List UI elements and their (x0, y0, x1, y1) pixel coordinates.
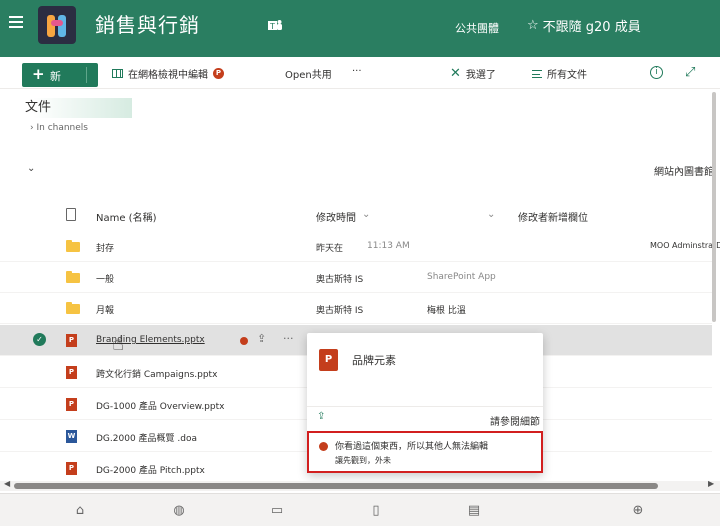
grid-edit-button[interactable]: 在網格檢視中編輯 P (112, 66, 224, 81)
site-title[interactable]: 銷售與行銷 (95, 12, 200, 38)
file-name[interactable]: DG-1000 產品 Overview.pptx (96, 399, 224, 412)
checkmark-icon[interactable]: ✓ (33, 333, 46, 346)
file-name[interactable]: DG.2000 產品概覽 .doa (96, 431, 197, 444)
view-list-icon (532, 69, 542, 78)
all-docs-label: 所有文件 (547, 70, 587, 81)
modified-by: MOO AdminstratDc (650, 241, 720, 250)
news-icon[interactable]: ▭ (269, 503, 285, 519)
modified-by-user: 梅根 比溫 (427, 306, 466, 316)
chevron-down-icon[interactable]: ⌄ (99, 68, 107, 79)
add-icon[interactable]: ⊕ (630, 503, 646, 519)
site-library-link[interactable]: 網站內圖書館 (654, 163, 714, 178)
new-button[interactable]: + 新 ⌄ (22, 63, 107, 87)
group-privacy-label: 公共團體 (455, 22, 499, 35)
teams-icon[interactable]: T (268, 19, 282, 31)
powerpoint-icon: P (213, 68, 224, 79)
modified-sort-icon[interactable]: ⌄ (362, 209, 370, 220)
powerpoint-file-icon: P (66, 462, 77, 475)
page-title: 文件 (22, 98, 132, 118)
hover-card-title[interactable]: 品牌元素 (352, 352, 396, 368)
split-divider (86, 67, 87, 83)
file-name[interactable]: 跨文化行銷 Campaigns.pptx (96, 367, 217, 380)
more-label: ··· (352, 66, 362, 77)
scroll-right-icon[interactable]: ▶ (708, 479, 714, 488)
more-actions-icon[interactable]: ··· (283, 332, 294, 345)
word-file-icon: W (66, 430, 77, 443)
modified-time: 11:13 AM (367, 241, 410, 251)
modified-by-app: SharePoint App (427, 272, 496, 282)
warning-text: 你看過這個東西，所以其他人無法編輯 (335, 442, 489, 452)
modified-date: 昨天在 (316, 244, 344, 254)
modified-by: 奧古斯特 IS (316, 306, 364, 316)
file-type-icon[interactable] (66, 208, 76, 221)
group-chevron-icon[interactable]: ⌄ (27, 163, 35, 174)
follow-button[interactable]: ☆ 不跟隨 g20 成員 (527, 16, 641, 35)
powerpoint-file-icon: P (66, 334, 77, 347)
team-logo[interactable] (38, 6, 76, 44)
checked-out-icon (319, 442, 328, 451)
globe-icon[interactable]: ◍ (171, 503, 187, 519)
file-name[interactable]: 封存 (96, 241, 114, 254)
home-icon[interactable]: ⌂ (72, 503, 88, 519)
folder-icon (66, 302, 80, 314)
file-name[interactable]: 一般 (96, 272, 114, 285)
hamburger-menu-icon[interactable] (9, 16, 23, 28)
file-name[interactable]: 月報 (96, 303, 114, 316)
powerpoint-file-icon: P (66, 366, 77, 379)
checked-out-icon (240, 337, 248, 345)
warning-subtext: 讓先觀到，外未 (335, 456, 391, 465)
hand-cursor-icon: ☝ (112, 331, 125, 355)
command-bar: + 新 ⌄ 在網格檢視中編輯 P Open共用 ··· ✕ 我選了 所有文件 i… (0, 57, 720, 89)
info-icon[interactable]: i (650, 66, 663, 79)
in-channels-group[interactable]: › In channels (30, 123, 88, 133)
modified-column-header[interactable]: 修改時間 (316, 209, 356, 224)
horizontal-scrollbar-thumb[interactable] (14, 483, 658, 489)
new-label: 新 (50, 70, 61, 83)
see-details-link[interactable]: 請參閱細節 (490, 413, 540, 428)
column-header-row: Name (名稱) 修改時間 ⌄ ⌄ 修改者新增欄位 (0, 200, 712, 228)
plus-icon: + (32, 65, 45, 83)
add-column-chevron-icon[interactable]: ⌄ (487, 209, 495, 220)
file-name[interactable]: DG-2000 產品 Pitch.pptx (96, 463, 205, 476)
bottom-nav: ⌂ ◍ ▭ ▯ ▤ ⊕ (0, 493, 720, 526)
open-share-button[interactable]: Open共用 (285, 66, 332, 81)
folder-icon (66, 240, 80, 252)
powerpoint-file-icon: P (319, 349, 338, 371)
grid-view-icon (112, 69, 123, 78)
checked-out-warning: 你看過這個東西，所以其他人無法編輯 讓先觀到，外未 (307, 431, 543, 473)
open-share-label: Open共用 (285, 70, 332, 81)
svg-text:T: T (269, 22, 275, 31)
close-icon: ✕ (450, 66, 461, 81)
in-channels-label: In channels (36, 123, 88, 133)
star-icon: ☆ (527, 18, 539, 33)
powerpoint-file-icon: P (66, 398, 77, 411)
scroll-left-icon[interactable]: ◀ (4, 479, 10, 488)
share-icon[interactable]: ⇪ (317, 411, 325, 422)
table-row[interactable]: 一般 奧古斯特 IS SharePoint App (0, 262, 712, 293)
modified-by: 奧古斯特 IS (316, 275, 364, 285)
list-icon[interactable]: ▤ (466, 503, 482, 519)
divider (307, 406, 543, 407)
vertical-scrollbar[interactable] (712, 92, 716, 322)
table-row[interactable]: 月報 奧古斯特 IS 梅根 比溫 (0, 293, 712, 324)
folder-icon (66, 271, 80, 283)
grid-edit-label: 在網格檢視中編輯 (128, 70, 208, 81)
more-commands-button[interactable]: ··· (352, 66, 362, 77)
follow-label: 不跟隨 g20 成員 (542, 20, 641, 35)
table-row[interactable]: 封存 昨天在 11:13 AM MOO AdminstratDc (0, 231, 720, 262)
name-column-header[interactable]: Name (名稱) (96, 209, 156, 224)
modified-by-column-header[interactable]: 修改者新增欄位 (518, 209, 588, 224)
clear-selection-button[interactable]: ✕ 我選了 (450, 66, 496, 81)
share-icon[interactable]: ⇪ (257, 332, 266, 345)
site-header: 銷售與行銷 T 公共團體 ☆ 不跟隨 g20 成員 (0, 0, 720, 57)
all-documents-view[interactable]: 所有文件 (532, 66, 587, 81)
selected-label: 我選了 (465, 70, 496, 81)
file-icon[interactable]: ▯ (368, 503, 384, 519)
expand-icon[interactable]: ⤢ (685, 65, 695, 80)
file-hover-card: P 品牌元素 ⇪ 請參閱細節 你看過這個東西，所以其他人無法編輯 讓先觀到，外未 (307, 333, 543, 473)
